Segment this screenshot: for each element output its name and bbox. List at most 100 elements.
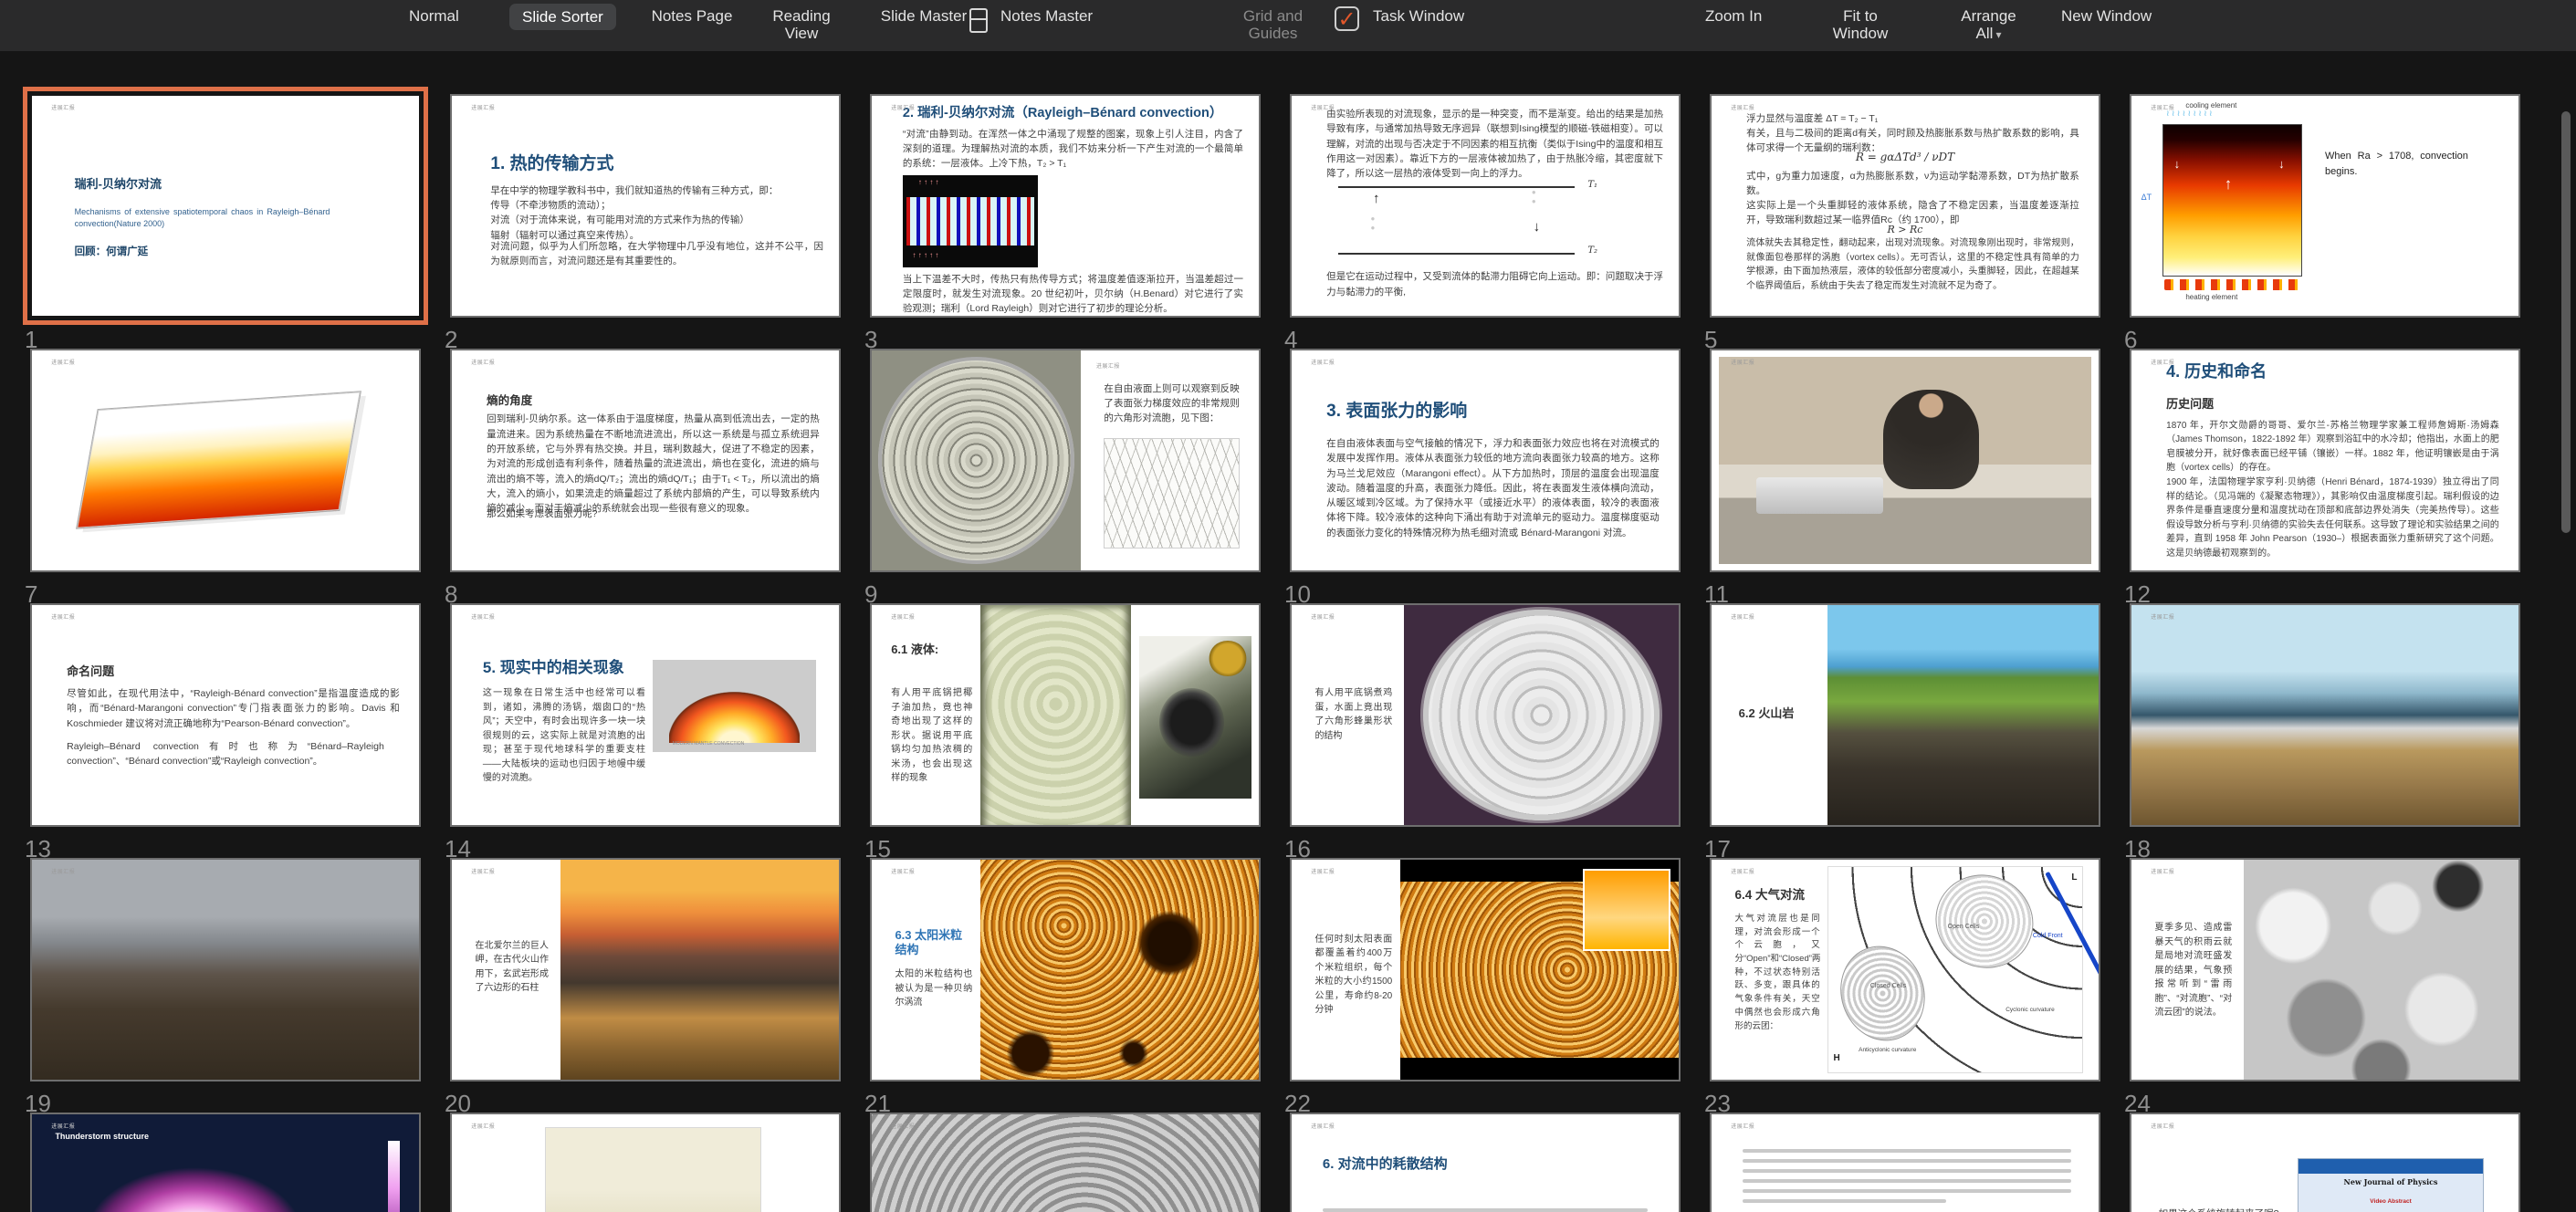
solar-granulation-inset-photo <box>1400 860 1679 1080</box>
toolbar-slide-sorter-button[interactable]: Slide Sorter <box>509 4 616 30</box>
slide-thumbnail-14[interactable]: 5. 现实中的相关现象这一现象在日常生活中也经常可以看到，诸如，沸腾的汤锅，烟囱… <box>450 603 841 863</box>
slide-thumbnail-4[interactable]: 由实验所表现的对流现象，显示的是一种突变，而不是渐变。给出的结果是加热导致有序，… <box>1290 94 1681 354</box>
toolbar-slide-master-button[interactable]: Slide Master <box>878 7 969 25</box>
slide-thumbnail-5[interactable]: 浮力显然与温度差 ΔT = T₂ − T₁ 有关，且与二极间的距离d有关，同时顾… <box>1710 94 2100 354</box>
slide-para: 浮力显然与温度差 ΔT = T₂ − T₁ 有关，且与二极间的距离d有关，同时顾… <box>1746 111 2079 156</box>
slide-header: 进展汇报 <box>1731 103 1754 111</box>
mantle-convection-figure <box>653 660 815 752</box>
slide-heading: 命名问题 <box>67 664 114 679</box>
slide-caption: ↓ <box>1534 219 1541 235</box>
thunderstorm-diagram <box>32 1114 419 1212</box>
slide-para: 当上下温差不大时，传热只有热传导方式；将温度差值逐渐拉开，当温差超过一定限度时，… <box>903 272 1243 317</box>
solar-granulation-photo <box>980 860 1259 1080</box>
slide-thumbnail-11[interactable]: 进展汇报11 <box>1710 349 2100 609</box>
slide-header: 进展汇报 <box>1096 361 1120 370</box>
slide-caption: ↑ ↑ ↑ ↑ ↑ <box>913 251 939 260</box>
slide-thumbnail-30[interactable]: 如果这个系统旋转起来了呢? New Journal of Physics Video… <box>2130 1113 2520 1212</box>
slide-para: When Ra > 1708, convection begins. <box>2325 149 2468 180</box>
slide-thumbnail-20[interactable]: 在北爱尔兰的巨人岬，在古代火山作用下，玄武岩形成了六边形的石柱进展汇报20 <box>450 858 841 1118</box>
slide-header: 进展汇报 <box>1311 867 1335 875</box>
slide-para: 回到瑞利-贝纳尔系。这一体系由于温度梯度，热量从高到低流出去，一定的热量流进来。… <box>487 412 820 516</box>
slide-para: 1900 年，法国物理学家亨利·贝纳德（Henri Bénard，1874-19… <box>2166 475 2499 560</box>
slide-para: 在自由液面上则可以观察到反映了表面张力梯度效应的非常规则的六角形对流胞，见下图： <box>1104 381 1239 426</box>
slide-header: 进展汇报 <box>2151 103 2174 111</box>
notes-master-icon <box>969 8 988 33</box>
slide-title: 3. 表面张力的影响 <box>1326 401 1467 423</box>
simulation-box-figure <box>63 377 388 539</box>
slide-thumbnail-6[interactable]: cooling element≀ ≀ ≀ ≀ ≀ ≀ ≀ ≀ ≀↓↑↓ΔThea… <box>2130 94 2520 354</box>
toolbar-notes-master-button[interactable]: Notes Master <box>1000 7 1093 25</box>
slide-thumbnail-9[interactable]: 在自由液面上则可以观察到反映了表面张力梯度效应的非常规则的六角形对流胞，见下图：… <box>870 349 1261 609</box>
slide-thumbnail-24[interactable]: 夏季多见、造成雷暴天气的积雨云就是局地对流旺盛发展的结果，气象预报常听到“雷雨胞… <box>2130 858 2520 1118</box>
slide-header: 进展汇报 <box>1311 612 1335 621</box>
slide-thumbnail-3[interactable]: 2. 瑞利-贝纳尔对流（Rayleigh–Bénard convection）“… <box>870 94 1261 354</box>
toolbar-notes-page-button[interactable]: Notes Page <box>650 7 734 25</box>
slide-thumbnail-26[interactable]: 进展汇报26 <box>450 1113 841 1212</box>
slide-header: 进展汇报 <box>51 103 75 111</box>
slide-thumbnail-22[interactable]: 任何时刻太阳表面都覆盖着约400万个米粒组织，每个米粒的大小约1500公里，寿命… <box>1290 858 1681 1118</box>
slide-title: 2. 瑞利-贝纳尔对流（Rayleigh–Bénard convection） <box>903 105 1222 121</box>
toolbar-grid-and-guides-button[interactable]: Grid and Guides <box>1225 7 1321 42</box>
slide-header: 进展汇报 <box>891 867 915 875</box>
slide-heading: 熵的角度 <box>487 394 532 409</box>
slide-header: 进展汇报 <box>471 612 495 621</box>
slide-para: 如果这个系统旋转起来了呢? <box>2159 1207 2314 1212</box>
slide-header: 进展汇报 <box>1311 103 1335 111</box>
pale-cells-photo <box>545 1127 761 1212</box>
slide-header: 进展汇报 <box>891 103 915 111</box>
slide-thumbnail-13[interactable]: 命名问题尽管如此，在现代用法中，“Rayleigh-Bénard convect… <box>30 603 421 863</box>
slide-para: 传导（不牵涉物质的流动）； 对流（对于流体来说，有可能用对流的方式来作为热的传输… <box>490 198 815 243</box>
toolbar-arrange-all-button[interactable]: Arrange All▾ <box>1950 7 2027 44</box>
slide-caption: Cold Front <box>2033 933 2063 940</box>
slide-title: 5. 现实中的相关现象 <box>483 658 624 677</box>
slide-header: 进展汇报 <box>471 1122 495 1130</box>
slide-caption: Cyclonic curvature <box>2005 1007 2054 1014</box>
slide-header: 进展汇报 <box>471 358 495 366</box>
slide-caption: Video Abstract <box>2302 1198 2480 1206</box>
slide-para: Rayleigh–Bénard convection有时也称为“Bénard–R… <box>67 739 384 769</box>
slide-thumbnail-29[interactable]: 进展汇报29 <box>1710 1113 2100 1212</box>
slide-thumbnail-18[interactable]: 进展汇报18 <box>2130 603 2520 863</box>
slide-thumbnail-27[interactable]: 进展汇报27 <box>870 1113 1261 1212</box>
slide-caption: ↑ ↑ ↑ ↑ <box>918 178 939 187</box>
slide-thumbnail-21[interactable]: 6.3 太阳米粒结构太阳的米粒结构也被认为是一种贝纳尔涡流进展汇报21 <box>870 858 1261 1118</box>
slide-caption: Open Cells <box>1948 924 1980 931</box>
slide-caption: ● ● <box>1370 214 1375 232</box>
slide-thumbnail-8[interactable]: 熵的角度回到瑞利-贝纳尔系。这一体系由于温度梯度，热量从高到低流出去，一定的热量… <box>450 349 841 609</box>
toolbar-fit-to-window-button[interactable]: Fit to Window <box>1825 7 1896 42</box>
slide-thumbnail-25[interactable]: Thunderstorm structure进展汇报25 <box>30 1113 421 1212</box>
slide-formula: R > Rc <box>1712 224 2099 235</box>
slide-para: 但是它在运动过程中，又受到流体的黏滞力阻碍它向上运动。即：问题取决于浮力与黏滞力… <box>1326 269 1663 299</box>
slide-header: 进展汇报 <box>1731 867 1754 875</box>
toolbar-task-window-button[interactable]: Task Window <box>1373 7 1464 25</box>
vertical-scrollbar-thumb[interactable] <box>2561 111 2571 533</box>
slide-caption: Thunderstorm structure <box>55 1132 149 1142</box>
slide-thumbnail-1[interactable]: 瑞利-贝纳尔对流Mechanisms of extensive spatiote… <box>30 94 421 354</box>
slide-thumbnail-19[interactable]: 进展汇报19 <box>30 858 421 1118</box>
giants-causeway-photo <box>1827 605 2099 825</box>
slide-heading: 历史问题 <box>2166 397 2214 412</box>
slide-thumbnail-7[interactable]: 进展汇报7 <box>30 349 421 609</box>
slide-caption: Closed Cells <box>1870 983 1906 990</box>
slide-formula: T₁ <box>1587 180 1597 190</box>
slide-thumbnail-12[interactable]: 4. 历史和命名历史问题1870 年，开尔文勋爵的哥哥、爱尔兰-苏格兰物理学家兼… <box>2130 349 2520 609</box>
powerpoint-slide-sorter-window: Normal Slide Sorter Notes Page Reading V… <box>0 0 2576 1212</box>
unreadable-text-lines <box>1323 1202 1648 1212</box>
slide-thumbnail-10[interactable]: 3. 表面张力的影响在自由液体表面与空气接触的情况下，浮力和表面张力效应也将在对… <box>1290 349 1681 609</box>
toolbar-reading-view-button[interactable]: Reading View <box>756 7 847 42</box>
slide-heading: 6.4 大气对流 <box>1734 888 1805 904</box>
slide-thumbnail-23[interactable]: 6.4 大气对流大气对流层也是同理，对流会形成一个个云胞，又分“Open”和“C… <box>1710 858 2100 1118</box>
slide-header: 进展汇报 <box>2151 867 2174 875</box>
slide-thumbnail-17[interactable]: 6.2 火山岩进展汇报17 <box>1710 603 2100 863</box>
toolbar-normal-button[interactable]: Normal <box>409 7 459 25</box>
task-window-checkbox[interactable]: ✓ <box>1335 6 1359 31</box>
toolbar-zoom-in-button[interactable]: Zoom In <box>1705 7 1762 25</box>
slide-thumbnail-15[interactable]: 6.1 液体:有人用平底锅把椰子油加热，竟也神奇地出现了这样的形状。据说用平底锅… <box>870 603 1261 863</box>
slide-para: 在北爱尔兰的巨人岬，在古代火山作用下，玄武岩形成了六边形的石柱 <box>475 939 549 996</box>
slide-caption: New Journal of Physics <box>2302 1178 2480 1187</box>
slide-header: 进展汇报 <box>891 1122 915 1130</box>
toolbar-new-window-button[interactable]: New Window <box>2061 7 2152 25</box>
slide-thumbnail-28[interactable]: 6. 对流中的耗散结构进展汇报28 <box>1290 1113 1681 1212</box>
slide-thumbnail-16[interactable]: 有人用平底锅煮鸡蛋，水面上竟出现了六角形蜂巢形状的结构进展汇报16 <box>1290 603 1681 863</box>
slide-thumbnail-2[interactable]: 1. 热的传输方式早在中学的物理学教科书中，我们就知道热的传输有三种方式，即：传… <box>450 94 841 354</box>
